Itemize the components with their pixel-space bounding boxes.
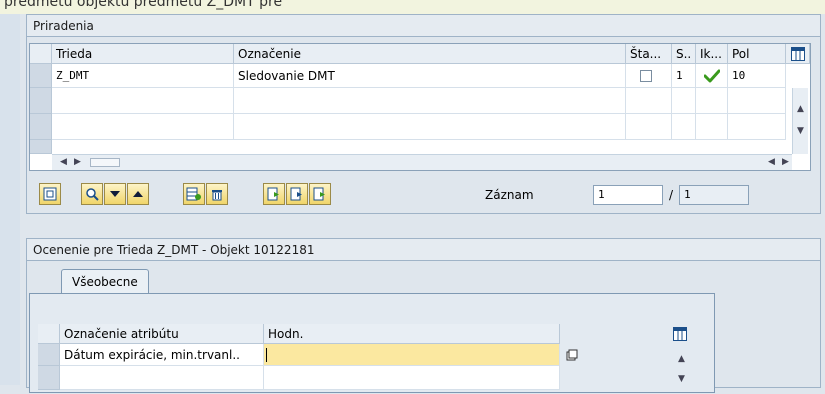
checkmark-icon [704,69,720,83]
table-cell-empty[interactable] [672,114,696,140]
table-cell-empty[interactable] [52,88,234,114]
row-selector[interactable] [38,366,60,390]
assignments-table: Trieda Označenie Šta... S.. Ik... Pol Z_… [29,43,811,171]
attribute-name-cell: Dátum expirácie, min.trvanl.. [60,344,264,366]
status-checkbox[interactable] [640,70,652,82]
attributes-table: Označenie atribútu Hodn. Dátum expirácie… [38,324,698,394]
vertical-scrollbar[interactable]: ▲ ▼ [674,344,690,390]
column-header-pol[interactable]: Pol [728,44,786,64]
document-button-3[interactable] [309,183,331,205]
delete-row-button[interactable] [206,183,228,205]
table-cell-empty[interactable] [696,114,728,140]
document-arrow-icon [290,187,302,201]
column-header-blank [560,324,660,344]
table-cell-empty[interactable] [234,114,626,140]
column-header-ik[interactable]: Ik... [696,44,728,64]
valuation-group: Ocenenie pre Trieda Z_DMT - Objekt 10122… [26,238,821,393]
scroll-left-icon[interactable]: ◀ [60,157,67,167]
row-selector[interactable] [30,88,52,114]
previous-button[interactable] [127,183,149,205]
column-header-status[interactable]: Šta... [626,44,672,64]
column-header-s[interactable]: S.. [672,44,696,64]
record-total: 1 [679,185,749,205]
table-cell-empty[interactable] [60,366,264,390]
scroll-up-icon[interactable]: ▲ [797,104,804,114]
assignments-title: Priradenia [27,15,820,37]
details-icon [43,187,57,201]
column-header-oznacenie[interactable]: Označenie [234,44,626,64]
row-selector[interactable] [30,64,52,88]
table-cell-empty[interactable] [234,88,626,114]
insert-row-button[interactable] [183,183,205,205]
scroll-down-icon[interactable]: ▼ [678,374,685,384]
table-cell-s[interactable]: 1 [672,64,696,88]
table-cell-ik [696,64,728,88]
table-cell-empty[interactable] [626,114,672,140]
table-cell-empty[interactable] [696,88,728,114]
scroll-up-icon[interactable]: ▲ [678,354,685,364]
table-cell-empty[interactable] [52,114,234,140]
valuation-title: Ocenenie pre Trieda Z_DMT - Objekt 10122… [27,239,820,261]
details-button[interactable] [39,183,61,205]
assignments-group: Priradenia Trieda Označenie Šta... S.. I… [26,14,821,214]
document-arrow-icon [267,187,279,201]
table-settings-icon[interactable] [672,326,688,342]
top-hint-text: predmetu objektu predmetu Z_DMT pre [4,0,283,10]
row-selector[interactable] [30,114,52,140]
table-cell-oznacenie[interactable]: Sledovanie DMT [234,64,626,88]
table-cell-empty[interactable] [626,88,672,114]
scroll-right-icon[interactable]: ▶ [782,157,789,167]
horizontal-scrollbar[interactable]: ◀ ▶ ◀ ▶ [52,154,792,170]
table-cell-trieda[interactable]: Z_DMT [52,64,234,88]
row-selector[interactable] [30,140,52,154]
row-selector[interactable] [38,344,60,366]
record-label: Záznam [485,188,534,202]
trash-icon [212,190,222,201]
table-cell-empty[interactable] [728,88,786,114]
triangle-up-icon [133,191,143,197]
record-input[interactable]: 1 [593,185,663,205]
top-hint-bar: predmetu objektu predmetu Z_DMT pre [0,0,825,14]
table-cell-empty[interactable] [728,114,786,140]
table-cell-empty[interactable] [264,366,560,390]
column-header-value[interactable]: Hodn. [264,324,560,344]
scroll-thumb[interactable] [90,158,120,167]
table-settings-icon[interactable] [786,44,810,64]
column-header-attribute[interactable]: Označenie atribútu [60,324,264,344]
attribute-value-input[interactable] [264,344,560,366]
scroll-right-icon[interactable]: ▶ [74,157,81,167]
next-button[interactable] [104,183,126,205]
left-margin-bar [0,14,20,385]
document-button-2[interactable] [286,183,308,205]
search-icon [86,188,99,201]
table-cell-empty[interactable] [672,88,696,114]
document-button-1[interactable] [263,183,285,205]
table-cell-pol[interactable]: 10 [728,64,786,88]
valuation-tab-panel: Označenie atribútu Hodn. Dátum expirácie… [29,293,715,393]
triangle-down-icon [110,191,120,197]
scroll-left-icon[interactable]: ◀ [768,157,775,167]
vertical-scrollbar[interactable]: ▲ ▼ [792,88,808,154]
select-all-cell[interactable] [38,324,60,344]
document-arrow-icon [313,187,325,201]
select-all-cell[interactable] [30,44,52,64]
copy-icon[interactable] [564,347,580,363]
insert-row-icon [186,187,201,201]
table-cell-status [626,64,672,88]
tab-vseobecne[interactable]: Všeobecne [61,269,149,293]
record-separator: / [669,188,674,202]
column-header-trieda[interactable]: Trieda [52,44,234,64]
find-button[interactable] [81,183,103,205]
text-caret [266,348,267,362]
scroll-down-icon[interactable]: ▼ [797,126,804,136]
